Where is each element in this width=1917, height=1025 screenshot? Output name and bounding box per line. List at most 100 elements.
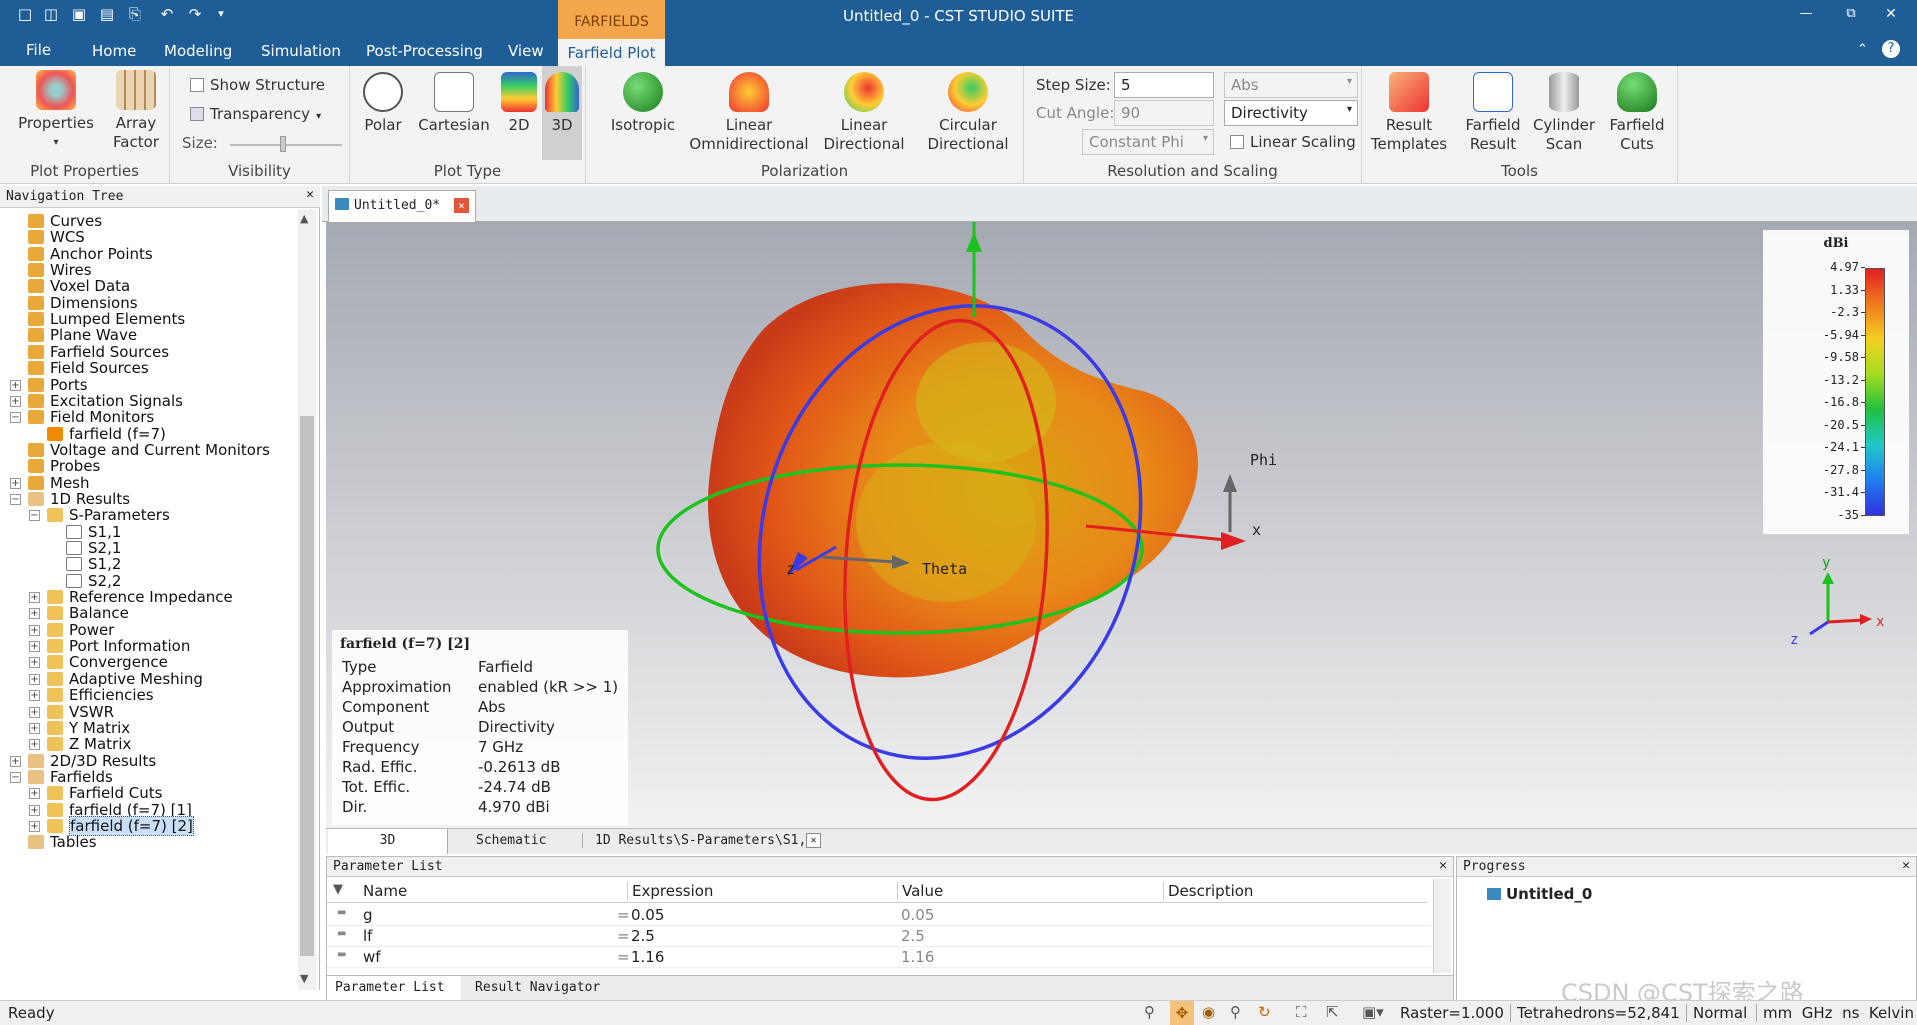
- tree-expander[interactable]: +: [29, 804, 40, 816]
- table-row[interactable]: ▬ wf = 1.16 1.16: [327, 947, 1431, 968]
- tree-expander[interactable]: +: [29, 641, 40, 653]
- view-tab-schematic[interactable]: Schematic: [476, 833, 546, 848]
- column-value[interactable]: Value: [897, 882, 943, 900]
- tab-file[interactable]: File: [26, 41, 51, 59]
- cut-angle-input[interactable]: 90: [1114, 100, 1214, 126]
- tab-parameter-list[interactable]: Parameter List: [327, 976, 461, 1001]
- restore-icon[interactable]: ⧉: [1842, 5, 1860, 23]
- minimize-icon[interactable]: —: [1797, 5, 1815, 23]
- tree-expander[interactable]: +: [29, 608, 40, 620]
- tree-expander[interactable]: +: [29, 624, 40, 636]
- tree-expander[interactable]: −: [10, 493, 21, 505]
- show-structure-checkbox[interactable]: Show Structure: [190, 76, 325, 94]
- 2d-button[interactable]: 2D: [498, 72, 540, 135]
- rotate-icon[interactable]: ◉: [1202, 1003, 1215, 1021]
- farfield-result-button[interactable]: Farfield Result: [1458, 72, 1528, 154]
- transparency-dropdown[interactable]: Transparency ▾: [190, 105, 321, 123]
- table-row[interactable]: ▬ g = 0.05 0.05: [327, 905, 1431, 926]
- array-factor-button[interactable]: Array Factor: [104, 70, 168, 152]
- farfield-cuts-button[interactable]: Farfield Cuts: [1602, 72, 1672, 154]
- filter-icon[interactable]: ▼: [333, 882, 343, 897]
- tree-expander[interactable]: −: [10, 771, 21, 783]
- tab-farfield-plot[interactable]: Farfield Plot: [558, 36, 665, 66]
- cartesian-button[interactable]: Cartesian: [418, 72, 490, 135]
- param-expression[interactable]: 0.05: [631, 906, 664, 924]
- navigation-tree-close-icon[interactable]: ✕: [306, 187, 314, 202]
- pan-icon[interactable]: ✥: [1170, 1001, 1194, 1025]
- view-tab-s12-close-icon[interactable]: ✕: [806, 833, 821, 848]
- tree-expander[interactable]: +: [29, 788, 40, 800]
- isotropic-label: Isotropic: [610, 116, 676, 134]
- tab-view[interactable]: View: [508, 42, 544, 60]
- tree-expander[interactable]: +: [29, 722, 40, 734]
- show-structure-box[interactable]: [190, 78, 204, 92]
- tree-expander[interactable]: +: [10, 395, 21, 407]
- result-templates-label-2: Templates: [1370, 135, 1448, 153]
- param-name[interactable]: wf: [363, 948, 381, 966]
- result-templates-button[interactable]: Result Templates: [1366, 72, 1452, 154]
- scroll-up-icon[interactable]: ▲: [300, 212, 308, 225]
- tree-expander[interactable]: +: [10, 477, 21, 489]
- tree-expander[interactable]: +: [29, 706, 40, 718]
- fit-view-icon[interactable]: ⛶: [1296, 1003, 1307, 1021]
- cylinder-scan-button[interactable]: Cylinder Scan: [1528, 72, 1600, 154]
- tree-expander[interactable]: +: [29, 657, 40, 669]
- tab-home[interactable]: Home: [92, 42, 136, 60]
- tree-item[interactable]: Tables: [28, 833, 97, 853]
- progress-close-icon[interactable]: ✕: [1902, 858, 1910, 873]
- linear-scaling-checkbox[interactable]: Linear Scaling: [1230, 133, 1356, 151]
- tree-expander[interactable]: +: [29, 820, 40, 832]
- size-slider[interactable]: [230, 144, 342, 146]
- tree-expander[interactable]: +: [10, 379, 21, 391]
- tree-expander[interactable]: +: [29, 739, 40, 751]
- tab-simulation[interactable]: Simulation: [261, 42, 341, 60]
- linear-directional-button[interactable]: Linear Directional: [814, 72, 914, 154]
- isotropic-button[interactable]: Isotropic: [598, 72, 688, 135]
- step-size-input[interactable]: 5: [1114, 72, 1214, 98]
- view-tab-3d[interactable]: 3D: [328, 829, 448, 854]
- column-name[interactable]: Name: [363, 882, 407, 900]
- parameter-list-scrollbar[interactable]: [1433, 879, 1451, 973]
- param-name[interactable]: lf: [363, 927, 372, 945]
- parameter-list-close-icon[interactable]: ✕: [1439, 858, 1447, 873]
- properties-button[interactable]: Properties ▾: [12, 70, 100, 152]
- close-window-icon[interactable]: ✕: [1882, 5, 1900, 23]
- scroll-down-icon[interactable]: ▼: [300, 972, 308, 985]
- param-name[interactable]: g: [363, 906, 373, 924]
- tree-expander[interactable]: +: [29, 690, 40, 702]
- output-select[interactable]: Directivity ▾: [1224, 100, 1358, 126]
- view-options-icon[interactable]: ▣▾: [1362, 1003, 1384, 1021]
- param-expression[interactable]: 1.16: [631, 948, 664, 966]
- size-slider-thumb[interactable]: [280, 136, 286, 152]
- column-expression[interactable]: Expression: [627, 882, 713, 900]
- nav-scrollbar-thumb[interactable]: [300, 416, 314, 956]
- tree-expander[interactable]: +: [29, 592, 40, 604]
- circular-directional-button[interactable]: Circular Directional: [916, 72, 1020, 154]
- 3d-button[interactable]: 3D: [542, 66, 582, 160]
- selection-icon[interactable]: ⇱: [1326, 1003, 1339, 1021]
- param-expression[interactable]: 2.5: [631, 927, 655, 945]
- view-tab-s12[interactable]: 1D Results\S-Parameters\S1,2: [582, 833, 814, 848]
- document-tab[interactable]: Untitled_0* ✕: [328, 190, 476, 222]
- tree-expander[interactable]: −: [10, 412, 21, 424]
- tree-expander[interactable]: +: [29, 673, 40, 685]
- tree-expander[interactable]: +: [10, 755, 21, 767]
- table-row[interactable]: ▬ lf = 2.5 2.5: [327, 926, 1431, 947]
- spin-icon[interactable]: ↻: [1258, 1003, 1271, 1021]
- tab-post-processing[interactable]: Post-Processing: [366, 42, 483, 60]
- document-tab-close-icon[interactable]: ✕: [453, 198, 469, 213]
- linear-scaling-box[interactable]: [1230, 135, 1244, 149]
- tab-result-navigator[interactable]: Result Navigator: [475, 980, 600, 995]
- collapse-ribbon-icon[interactable]: ⌃: [1857, 42, 1868, 57]
- progress-item[interactable]: Untitled_0: [1487, 885, 1592, 903]
- polar-button[interactable]: Polar: [356, 72, 410, 135]
- column-description[interactable]: Description: [1163, 882, 1253, 900]
- zoom-box-icon[interactable]: ⚲: [1230, 1003, 1241, 1021]
- help-icon[interactable]: ?: [1882, 40, 1900, 58]
- cut-mode-select[interactable]: Constant Phi ▾: [1082, 129, 1214, 155]
- component-select[interactable]: Abs ▾: [1224, 72, 1358, 98]
- zoom-icon[interactable]: ⚲: [1144, 1003, 1155, 1021]
- tree-expander[interactable]: −: [29, 510, 40, 522]
- tab-modeling[interactable]: Modeling: [164, 42, 232, 60]
- linear-omnidirectional-button[interactable]: Linear Omnidirectional: [686, 72, 812, 154]
